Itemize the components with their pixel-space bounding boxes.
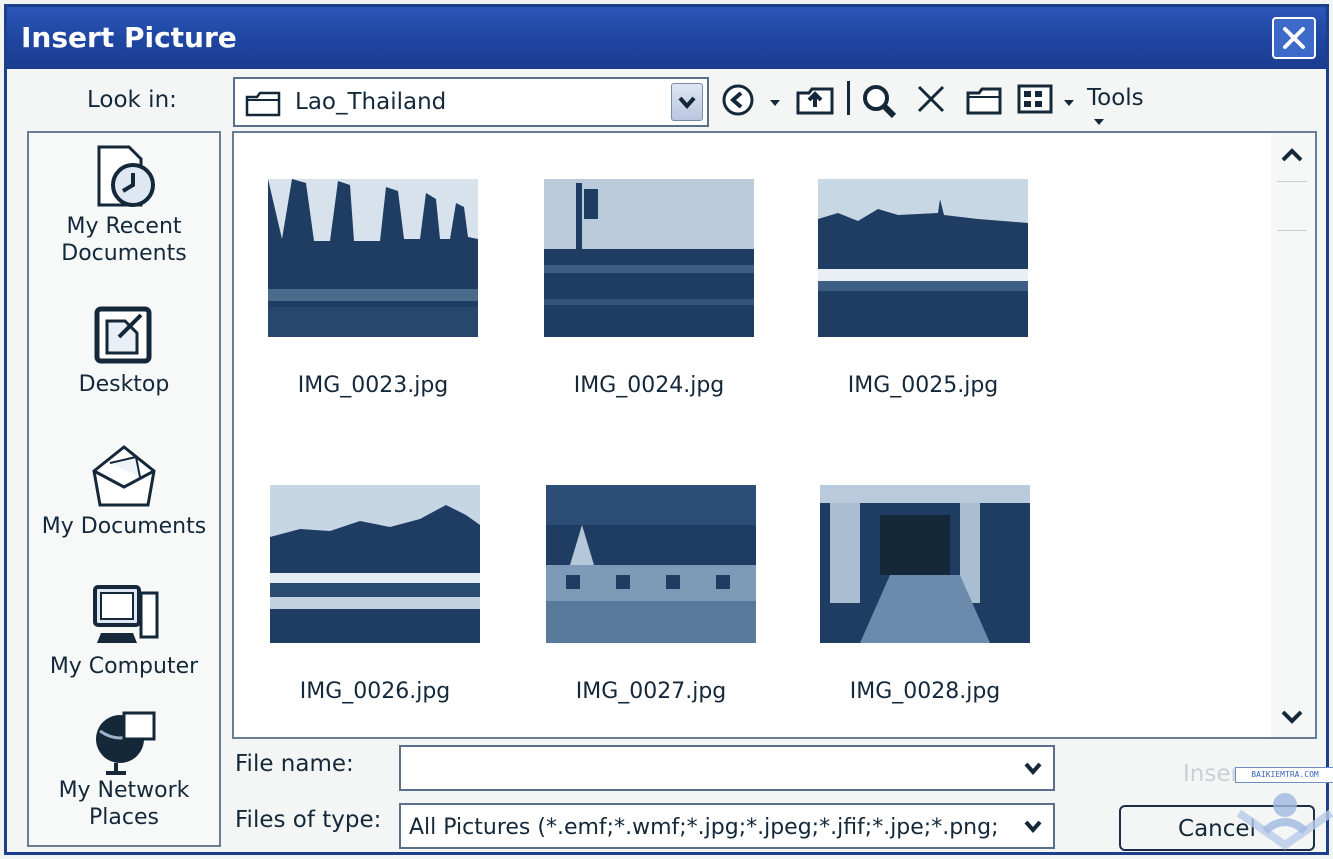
- caret-down-icon: [1064, 100, 1074, 106]
- place-label-line2: Places: [89, 805, 159, 830]
- close-button[interactable]: [1272, 17, 1316, 59]
- place-my-network-places[interactable]: My Network Places: [29, 705, 219, 831]
- files-of-type-value: All Pictures (*.emf;*.wmf;*.jpg;*.jpeg;*…: [409, 815, 999, 840]
- chevron-down-icon: [1024, 762, 1042, 775]
- caret-down-icon: [770, 100, 780, 106]
- folder-icon: [245, 91, 281, 117]
- file-thumbnail[interactable]: IMG_0025.jpg: [818, 179, 1028, 398]
- place-label-line1: My Computer: [49, 654, 199, 679]
- look-in-label: Look in:: [87, 87, 177, 113]
- insert-button-label: Inser: [1183, 761, 1240, 787]
- photo-thumbnail: [270, 485, 480, 643]
- place-label-line1: My Recent: [66, 214, 182, 239]
- chevron-down-icon: [678, 96, 696, 109]
- search-web-button[interactable]: [861, 83, 897, 123]
- scroll-up-icon[interactable]: [1277, 143, 1307, 167]
- my-documents-icon: [92, 445, 156, 507]
- new-folder-icon: [966, 87, 1002, 115]
- file-thumbnail[interactable]: IMG_0026.jpg: [270, 485, 480, 704]
- delete-x-icon: [917, 85, 945, 113]
- network-places-icon: [96, 711, 156, 775]
- files-of-type-dropdown[interactable]: All Pictures (*.emf;*.wmf;*.jpg;*.jpeg;*…: [399, 803, 1055, 849]
- file-name-label: IMG_0023.jpg: [297, 373, 449, 398]
- files-of-type-label: Files of type:: [235, 807, 382, 833]
- folder-up-icon: [796, 87, 834, 115]
- look-in-dropdown[interactable]: Lao_Thailand: [233, 77, 709, 127]
- scroll-down-icon[interactable]: [1277, 705, 1307, 729]
- photo-thumbnail: [268, 179, 478, 337]
- views-dropdown-button[interactable]: [1063, 93, 1075, 112]
- desktop-icon: [94, 306, 152, 364]
- place-label-line1: My Documents: [41, 514, 207, 539]
- views-icon: [1017, 84, 1053, 114]
- caret-down-icon: [1094, 118, 1104, 125]
- back-button[interactable]: [721, 83, 755, 121]
- toolbar-separator: [847, 81, 850, 115]
- up-one-level-button[interactable]: [795, 83, 835, 121]
- photo-thumbnail: [546, 485, 756, 643]
- scrollbar-thumb[interactable]: [1277, 181, 1307, 231]
- place-my-computer[interactable]: My Computer: [29, 583, 219, 680]
- file-thumbnail[interactable]: IMG_0024.jpg: [544, 179, 754, 398]
- files-of-type-dropdown-arrow[interactable]: [1017, 809, 1049, 843]
- watermark-emblem-icon: [1236, 793, 1333, 850]
- look-in-dropdown-arrow[interactable]: [671, 83, 703, 121]
- file-name-dropdown-arrow[interactable]: [1017, 751, 1049, 785]
- title-bar[interactable]: Insert Picture: [7, 7, 1326, 69]
- chevron-down-icon: [1024, 820, 1042, 833]
- photo-thumbnail: [544, 179, 754, 337]
- file-name-label: IMG_0025.jpg: [847, 373, 999, 398]
- views-button[interactable]: [1017, 83, 1053, 119]
- places-bar: My Recent Documents Desktop My Documents: [27, 131, 221, 847]
- insert-picture-dialog: Insert Picture Look in: Lao_Thailand Too…: [4, 4, 1333, 855]
- back-dropdown-button[interactable]: [769, 93, 781, 112]
- file-list[interactable]: IMG_0023.jpg IMG_0024.jpg IMG_0025.jpg I…: [232, 131, 1317, 739]
- photo-thumbnail: [818, 179, 1028, 337]
- dialog-title: Insert Picture: [21, 21, 237, 54]
- place-label-line1: My Network: [58, 778, 190, 803]
- my-computer-icon: [93, 585, 159, 643]
- place-my-documents[interactable]: My Documents: [29, 441, 219, 540]
- file-name-label: IMG_0026.jpg: [299, 679, 451, 704]
- file-name-label-text: File name:: [235, 751, 354, 777]
- place-my-recent-documents[interactable]: My Recent Documents: [29, 141, 219, 267]
- close-icon: [1283, 27, 1305, 49]
- back-arrow-icon: [722, 84, 754, 116]
- tools-menu[interactable]: Tools: [1087, 85, 1144, 130]
- tools-label: Tools: [1087, 85, 1144, 111]
- vertical-scrollbar[interactable]: [1271, 133, 1315, 737]
- place-label-line2: Documents: [61, 241, 187, 266]
- photo-thumbnail: [820, 485, 1030, 643]
- place-label-line1: Desktop: [78, 372, 170, 397]
- file-thumbnail[interactable]: IMG_0028.jpg: [820, 485, 1030, 704]
- watermark-text: BAIKIEMTRA.COM: [1235, 767, 1333, 783]
- look-in-value: Lao_Thailand: [295, 89, 447, 115]
- create-new-folder-button[interactable]: [965, 83, 1003, 121]
- watermark-logo: BAIKIEMTRA.COM: [1235, 763, 1333, 853]
- recent-documents-icon: [97, 145, 155, 207]
- file-thumbnail[interactable]: IMG_0027.jpg: [546, 485, 756, 704]
- search-icon: [863, 85, 897, 119]
- file-name-label: IMG_0024.jpg: [573, 373, 725, 398]
- file-name-label: IMG_0028.jpg: [849, 679, 1001, 704]
- file-name-input[interactable]: [399, 745, 1055, 791]
- file-thumbnail[interactable]: IMG_0023.jpg: [268, 179, 478, 398]
- file-name-label: IMG_0027.jpg: [575, 679, 727, 704]
- delete-button[interactable]: [915, 83, 947, 119]
- place-desktop[interactable]: Desktop: [29, 301, 219, 398]
